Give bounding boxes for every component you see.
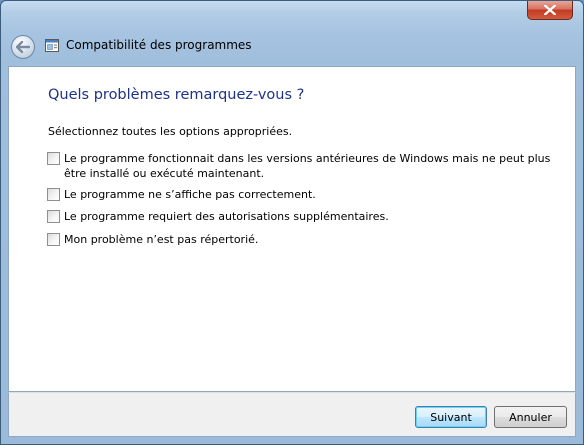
option-display-issue[interactable]: Le programme ne s’affiche pas correcteme…: [47, 187, 554, 202]
instruction-text: Sélectionnez toutes les options appropri…: [48, 125, 293, 138]
back-arrow-icon: [16, 41, 30, 53]
wizard-window: Compatibilité des programmes Quels probl…: [0, 0, 584, 445]
option-checkbox[interactable]: [47, 188, 60, 201]
button-bar: Suivant Annuler: [8, 392, 576, 437]
option-label: Le programme requiert des autorisations …: [64, 210, 389, 223]
option-permissions[interactable]: Le programme requiert des autorisations …: [47, 209, 554, 224]
option-label: Le programme ne s’affiche pas correcteme…: [64, 188, 316, 201]
program-window-icon: [45, 39, 59, 52]
option-checkbox[interactable]: [47, 152, 60, 165]
back-button[interactable]: [11, 35, 35, 59]
option-checkbox[interactable]: [47, 210, 60, 223]
content-panel: Quels problèmes remarquez-vous ? Sélecti…: [8, 66, 576, 392]
close-button[interactable]: [527, 1, 573, 20]
option-worked-previously[interactable]: Le programme fonctionnait dans les versi…: [47, 151, 554, 181]
window-title: Compatibilité des programmes: [66, 38, 252, 52]
option-checkbox[interactable]: [47, 233, 60, 246]
cancel-button[interactable]: Annuler: [494, 406, 567, 428]
option-not-listed[interactable]: Mon problème n’est pas répertorié.: [47, 232, 554, 247]
option-label: Mon problème n’est pas répertorié.: [64, 233, 259, 246]
option-label: Le programme fonctionnait dans les versi…: [64, 152, 551, 180]
page-heading: Quels problèmes remarquez-vous ?: [48, 87, 305, 103]
close-icon: [544, 5, 556, 15]
next-button[interactable]: Suivant: [415, 406, 487, 428]
